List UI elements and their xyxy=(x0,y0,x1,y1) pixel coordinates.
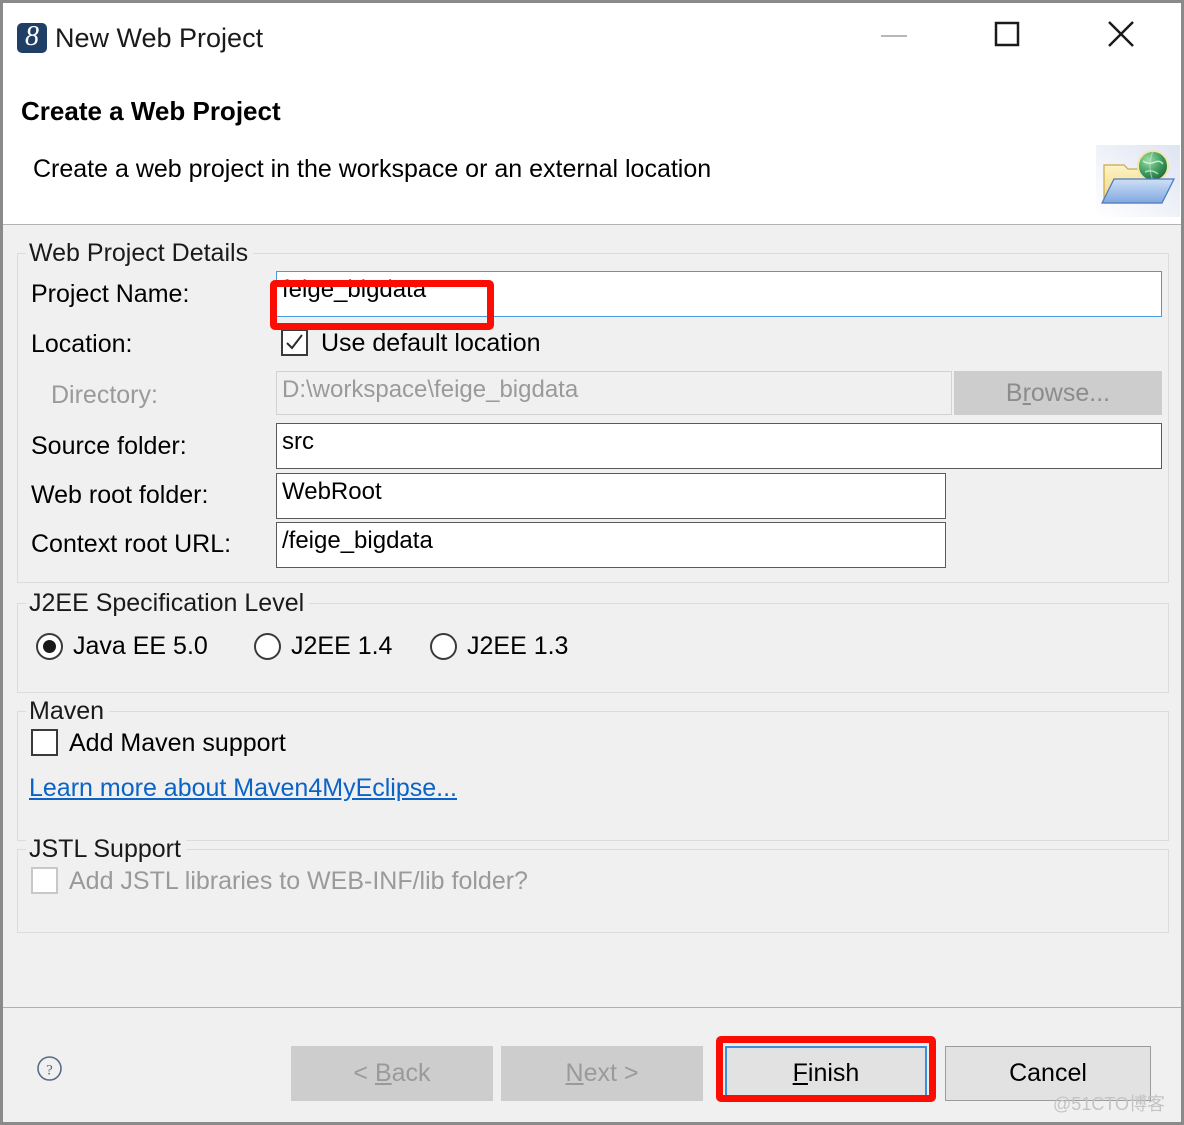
back-mnemonic: B xyxy=(374,1059,392,1087)
minimize-button[interactable] xyxy=(871,16,917,56)
help-question-icon[interactable]: ? xyxy=(36,1055,63,1082)
use-default-location-checkbox[interactable] xyxy=(281,329,308,356)
page-description: Create a web project in the workspace or… xyxy=(33,155,712,183)
browse-button: Browse... xyxy=(954,371,1162,415)
myeclipse-glyph: 8 xyxy=(25,21,39,52)
radio-java-ee-50-label: Java EE 5.0 xyxy=(73,632,208,660)
web-project-details-legend: Web Project Details xyxy=(26,238,254,268)
source-folder-input[interactable]: src xyxy=(276,423,1162,469)
add-jstl-libraries-label: Add JSTL libraries to WEB-INF/lib folder… xyxy=(69,867,528,895)
radio-j2ee-14-label: J2EE 1.4 xyxy=(291,632,393,660)
finish-label-suffix: inish xyxy=(807,1059,860,1087)
watermark: @51CTO博客 xyxy=(1053,1094,1165,1114)
project-name-label: Project Name: xyxy=(31,280,190,308)
maven-legend: Maven xyxy=(26,696,110,726)
cancel-label: Cancel xyxy=(1009,1059,1087,1087)
location-label: Location: xyxy=(31,330,133,358)
close-icon xyxy=(1108,21,1134,47)
radio-dot xyxy=(43,640,56,653)
add-maven-support-label: Add Maven support xyxy=(69,729,286,757)
minimize-icon xyxy=(881,35,907,37)
use-default-location-label: Use default location xyxy=(321,329,541,357)
radio-j2ee-14[interactable] xyxy=(254,633,281,660)
maven4myeclipse-link[interactable]: Learn more about Maven4MyEclipse... xyxy=(29,773,457,803)
next-label-suffix: ext > xyxy=(583,1059,639,1087)
next-mnemonic: N xyxy=(565,1059,584,1087)
title-bar: 8 New Web Project xyxy=(3,3,1181,69)
next-button: Next > xyxy=(501,1046,703,1101)
dialog-body: Web Project Details Project Name: feige_… xyxy=(3,225,1181,1007)
maximize-button[interactable] xyxy=(984,16,1030,56)
radio-j2ee-13[interactable] xyxy=(430,633,457,660)
myeclipse-icon: 8 xyxy=(17,21,47,53)
context-root-url-label: Context root URL: xyxy=(31,530,232,558)
jstl-support-legend: JSTL Support xyxy=(26,834,186,864)
j2ee-specification-level-legend: J2EE Specification Level xyxy=(26,588,310,618)
finish-button[interactable]: Finish xyxy=(725,1046,927,1101)
add-jstl-libraries-checkbox xyxy=(31,867,58,894)
project-name-input[interactable]: feige_bigdata xyxy=(276,271,1162,317)
back-label-suffix: ack xyxy=(391,1059,431,1087)
web-root-folder-label: Web root folder: xyxy=(31,481,209,509)
finish-mnemonic: F xyxy=(792,1059,808,1087)
back-button: < Back xyxy=(291,1046,493,1101)
radio-java-ee-50[interactable] xyxy=(36,633,63,660)
source-folder-label: Source folder: xyxy=(31,432,187,460)
dialog-footer: ? < Back Next > Finish Cancel @51CTO博客 xyxy=(3,1007,1181,1122)
checkmark-icon xyxy=(286,334,303,350)
wizard-header: Create a Web Project Create a web projec… xyxy=(3,69,1181,225)
context-root-url-input[interactable]: /feige_bigdata xyxy=(276,522,946,568)
page-title: Create a Web Project xyxy=(21,96,281,126)
maximize-icon xyxy=(994,21,1020,47)
directory-input: D:\workspace\feige_bigdata xyxy=(276,371,952,415)
browse-mnemonic: r xyxy=(1022,379,1031,407)
svg-text:?: ? xyxy=(46,1063,53,1079)
add-maven-support-checkbox[interactable] xyxy=(31,729,58,756)
radio-j2ee-13-label: J2EE 1.3 xyxy=(467,632,569,660)
directory-label: Directory: xyxy=(51,381,158,409)
web-root-folder-input[interactable]: WebRoot xyxy=(276,473,946,519)
close-button[interactable] xyxy=(1098,16,1144,56)
folder-globe-icon xyxy=(1096,145,1180,217)
window-title: New Web Project xyxy=(55,23,264,53)
new-web-project-dialog: 8 New Web Project Create a Web Project C… xyxy=(0,0,1184,1125)
